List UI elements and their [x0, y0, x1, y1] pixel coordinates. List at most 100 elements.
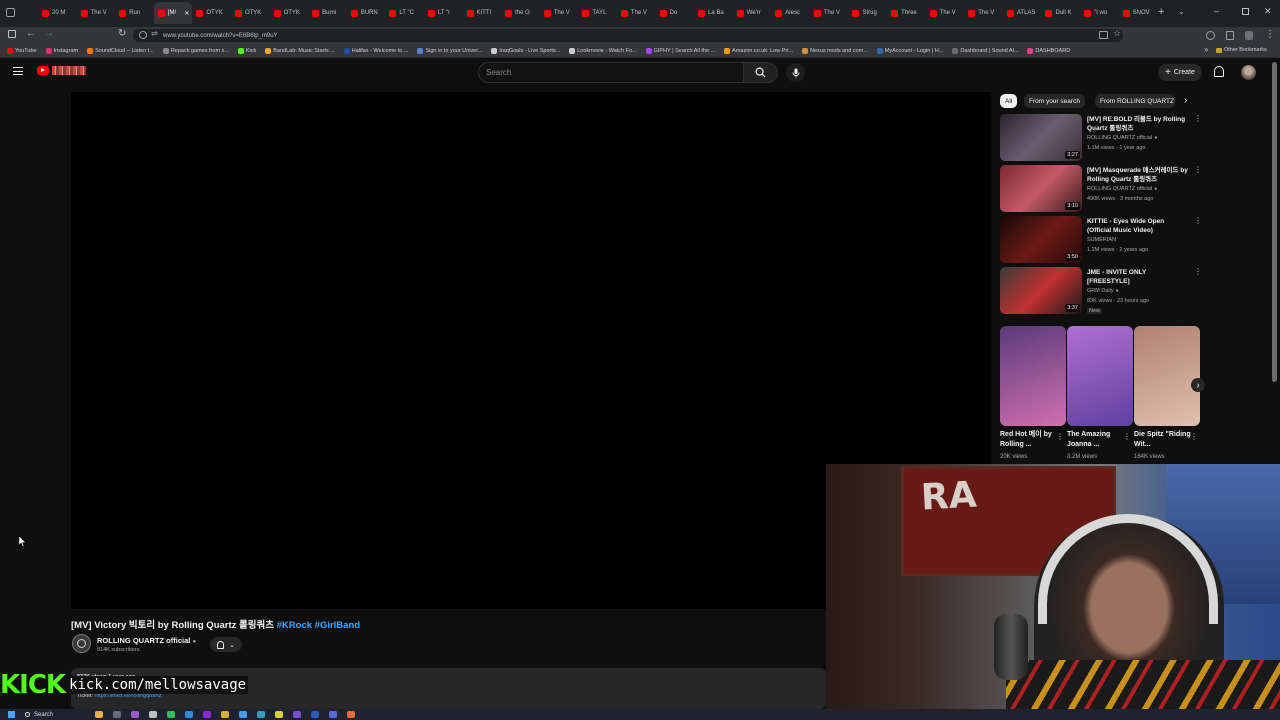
create-button[interactable]: + Create	[1158, 64, 1202, 81]
browser-tab[interactable]: Alesc	[771, 2, 810, 24]
browser-tab[interactable]: Burni	[308, 2, 347, 24]
subscribed-bell-button[interactable]: ⌄	[210, 637, 242, 652]
install-app-icon[interactable]	[1099, 31, 1108, 39]
taskbar-app-icon-1[interactable]	[95, 711, 103, 718]
taskbar-app-icon-14[interactable]	[329, 711, 337, 718]
more-options-icon[interactable]: ⋮	[1194, 217, 1202, 225]
browser-tab[interactable]: [M/ ✕	[153, 2, 193, 24]
search-button[interactable]	[744, 62, 778, 83]
sidebar-toggle-icon[interactable]	[8, 30, 16, 38]
close-window-icon[interactable]: ✕	[1264, 6, 1272, 17]
browser-tab[interactable]: LT "r	[424, 2, 463, 24]
browser-tab[interactable]: The V	[926, 2, 965, 24]
video-channel[interactable]: ROLLING QUARTZ official ●	[1087, 186, 1157, 192]
taskbar-search[interactable]: Search	[25, 712, 95, 718]
bookmark-item[interactable]: SoundCloud – Listen t...	[87, 47, 154, 54]
video-thumbnail[interactable]: 3:50	[1000, 216, 1082, 263]
bookmark-item[interactable]: Sign in to your Univer...	[417, 47, 482, 54]
video-channel[interactable]: SUMERIAN	[1087, 237, 1116, 243]
browser-tab[interactable]: Do	[656, 2, 695, 24]
video-title[interactable]: JME - INVITE ONLY [FREESTYLE]	[1087, 268, 1190, 286]
browser-menu-icon[interactable]: ⋮	[1265, 29, 1275, 40]
reload-icon[interactable]: ↻	[118, 28, 126, 39]
chip-from-your-search[interactable]: From your search	[1024, 94, 1085, 108]
browser-tab[interactable]: KITTI	[463, 2, 502, 24]
browser-tab[interactable]: LT "C	[385, 2, 424, 24]
browser-tab[interactable]: The V	[617, 2, 656, 24]
browser-tab[interactable]: The V	[964, 2, 1003, 24]
bookmark-item[interactable]: Amazon.co.uk: Low Pri...	[724, 47, 793, 54]
short-title[interactable]: Die Spitz "Riding Wit...	[1134, 430, 1194, 450]
more-options-icon[interactable]: ⋮	[1056, 432, 1064, 441]
taskbar-app-icon-11[interactable]	[275, 711, 283, 718]
tab-dropdown-icon[interactable]: ⌄	[1178, 7, 1185, 16]
chips-next-icon[interactable]: ›	[1184, 95, 1187, 106]
browser-tab[interactable]: La Ba	[694, 2, 733, 24]
bookmark-item[interactable]: IraqGoals - Live Sports...	[491, 47, 560, 54]
video-title[interactable]: [MV] RE.BOLD 리볼드 by Rolling Quartz 롤링쿼츠	[1087, 115, 1190, 133]
browser-tab[interactable]: Strug	[848, 2, 887, 24]
recommended-video[interactable]: 3:10 [MV] Masquerade 매스커레이드 by Rolling Qu…	[1000, 165, 1202, 213]
browser-tab[interactable]: TAYL	[578, 2, 617, 24]
bookmark-item[interactable]: MyAccount - Login | H...	[876, 47, 943, 54]
more-options-icon[interactable]: ⋮	[1123, 432, 1131, 441]
close-tab-icon[interactable]: ✕	[184, 10, 189, 17]
more-options-icon[interactable]: ⋮	[1194, 115, 1202, 123]
taskbar-app-icon-15[interactable]	[347, 711, 355, 718]
taskbar-app-icon-6[interactable]	[185, 711, 193, 718]
bookmark-item[interactable]: Lookmovie - Watch Fo...	[569, 47, 637, 54]
bookmarks-overflow-icon[interactable]: »	[1204, 45, 1208, 54]
video-thumbnail[interactable]: 3:37	[1000, 267, 1082, 314]
video-thumbnail[interactable]: 3:27	[1000, 114, 1082, 161]
extension-icon-2[interactable]	[1226, 31, 1234, 40]
bookmark-star-icon[interactable]: ☆	[1113, 28, 1121, 39]
shorts-next-icon[interactable]: ›	[1191, 378, 1205, 392]
recommended-video[interactable]: 3:50 KITTIE - Eyes Wide Open (Official Mu…	[1000, 216, 1202, 264]
browser-tab[interactable]: The V	[77, 2, 116, 24]
recommended-video[interactable]: 3:37 JME - INVITE ONLY [FREESTYLE] GRM Dai…	[1000, 267, 1202, 315]
bookmark-item[interactable]: Halifax - Welcome to ...	[343, 47, 408, 54]
taskbar-app-icon-9[interactable]	[239, 711, 247, 718]
back-icon[interactable]: ←	[26, 28, 36, 39]
bookmark-item[interactable]: Instagram	[45, 47, 78, 54]
browser-tab[interactable]: The V	[540, 2, 579, 24]
video-channel[interactable]: ROLLING QUARTZ official ●	[1087, 135, 1157, 141]
voice-search-button[interactable]	[786, 63, 805, 82]
browser-tab[interactable]: We'rr	[733, 2, 772, 24]
site-info-icon[interactable]	[139, 31, 147, 39]
youtube-logo[interactable]	[37, 66, 86, 75]
bookmark-item[interactable]: Dashboard | Sound Al...	[952, 47, 1018, 54]
browser-tab[interactable]: ATLAS	[1003, 2, 1042, 24]
taskbar-app-icon-10[interactable]	[257, 711, 265, 718]
bookmark-item[interactable]: Nexus mods and com...	[802, 47, 868, 54]
video-channel[interactable]: GRM Daily ●	[1087, 288, 1119, 294]
short-title[interactable]: The Amazing Joanna ...	[1067, 430, 1127, 450]
notifications-bell-icon[interactable]	[1214, 66, 1224, 77]
browser-tab[interactable]: BURN	[347, 2, 386, 24]
browser-tab[interactable]: the G	[501, 2, 540, 24]
start-icon[interactable]	[8, 711, 15, 718]
bookmark-item[interactable]: YouTube	[7, 47, 37, 54]
page-scrollbar[interactable]	[1272, 62, 1277, 382]
video-hashtags[interactable]: #KRock #GirlBand	[277, 620, 360, 631]
short-thumbnail[interactable]	[1000, 326, 1066, 426]
taskbar-app-icon-4[interactable]	[149, 711, 157, 718]
video-title[interactable]: [MV] Masquerade 매스커레이드 by Rolling Quartz…	[1087, 166, 1190, 184]
video-title[interactable]: KITTIE - Eyes Wide Open (Official Music …	[1087, 217, 1190, 235]
address-bar[interactable]: ⇌ www.youtube.com/watch?v=E6B6tp_m9uY ☆	[133, 28, 1123, 42]
browser-tab[interactable]: OTYK	[231, 2, 270, 24]
account-avatar[interactable]	[1241, 65, 1256, 80]
extension-icon-1[interactable]	[1206, 31, 1215, 40]
short-title[interactable]: Red Hot 메이 by Rolling ...	[1000, 430, 1060, 450]
browser-tab[interactable]: Three	[887, 2, 926, 24]
browser-tab[interactable]: "I wo	[1080, 2, 1119, 24]
browser-tab[interactable]: Run	[115, 2, 154, 24]
bookmark-item[interactable]: Kick	[237, 47, 256, 54]
search-input[interactable]: Search	[478, 62, 744, 83]
bookmark-item[interactable]: DASHBOARD	[1027, 47, 1070, 54]
taskbar-app-icon-12[interactable]	[293, 711, 301, 718]
taskbar-app-icon-3[interactable]	[131, 711, 139, 718]
hamburger-menu-icon[interactable]	[13, 67, 23, 75]
taskbar-app-icon-5[interactable]	[167, 711, 175, 718]
channel-avatar[interactable]	[72, 634, 91, 653]
